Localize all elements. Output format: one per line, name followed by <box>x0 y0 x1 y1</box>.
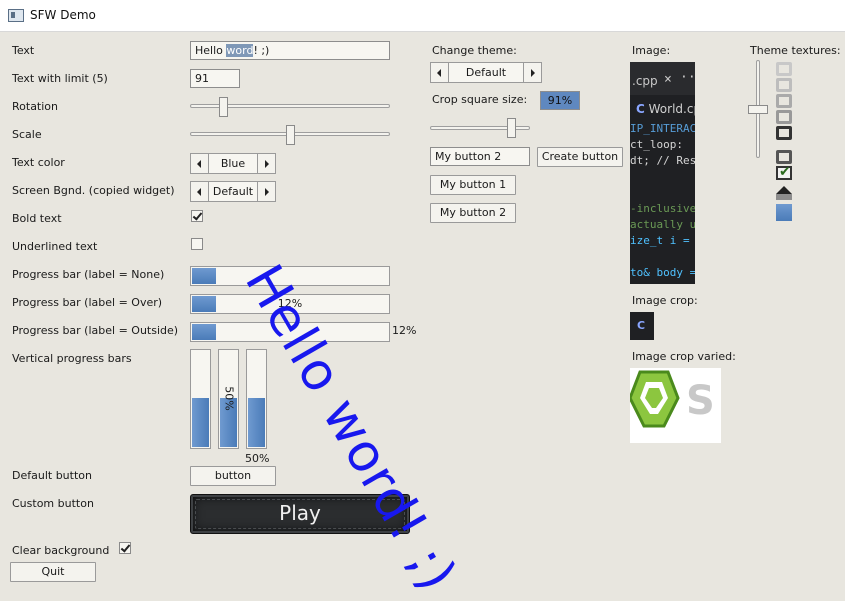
vertical-progress-bar-none-fill <box>192 398 209 447</box>
label-image-crop-varied: Image crop varied: <box>632 350 736 363</box>
code-line: ize_t i = 0; i <box>630 234 695 247</box>
theme-selector[interactable]: Default <box>430 62 542 83</box>
code-breadcrumb-file: World.cpp <box>648 102 695 116</box>
vertical-progress-bar-outside <box>246 349 267 449</box>
texture-textbox <box>776 62 792 76</box>
arrow-up-icon <box>776 186 792 194</box>
progress-bar-outside-fill <box>192 324 216 340</box>
code-breadcrumb: C World.cpp <box>636 102 695 116</box>
image-crop-varied: S <box>630 368 721 443</box>
scale-slider-thumb[interactable] <box>285 125 295 145</box>
label-pb-outside: Progress bar (label = Outside) <box>12 324 179 337</box>
text-color-next-button[interactable] <box>257 153 276 174</box>
image-crop: C <box>630 312 654 340</box>
sfml-logo-icon: S <box>630 370 715 428</box>
vertical-progress-bar-over: 50% <box>218 349 239 449</box>
default-button[interactable]: button <box>190 466 276 486</box>
code-line: IP_INTERACTION <box>630 122 695 135</box>
cpp-file-icon: C <box>637 319 646 332</box>
label-change-theme: Change theme: <box>432 44 517 57</box>
label-screen-bgnd: Screen Bgnd. (copied widget) <box>12 184 175 197</box>
screen-bgnd-prev-button[interactable] <box>190 181 209 202</box>
texture-progress <box>776 204 792 221</box>
vertical-progress-bar-outside-label: 50% <box>245 452 270 465</box>
label-crop-square-size: Crop square size: <box>432 93 528 106</box>
my-button-1[interactable]: My button 1 <box>430 175 516 195</box>
screen-bgnd-next-button[interactable] <box>257 181 276 202</box>
texture-focus <box>776 126 792 140</box>
label-pb-none: Progress bar (label = None) <box>12 268 165 281</box>
title-bar: SFW Demo <box>0 0 845 32</box>
label-image: Image: <box>632 44 671 57</box>
label-text: Text <box>12 44 35 57</box>
label-vertical-pb: Vertical progress bars <box>12 352 132 365</box>
label-text-color: Text color <box>12 156 65 169</box>
crop-slider-thumb[interactable] <box>507 118 517 138</box>
vertical-progress-bar-over-label: 50% <box>222 386 236 411</box>
underlined-text-checkbox[interactable] <box>191 238 203 250</box>
label-underlined-text: Underlined text <box>12 240 98 253</box>
text-input-before: Hello <box>195 44 227 57</box>
app-icon <box>8 9 24 22</box>
code-line: ct_loop: <box>630 138 683 151</box>
texture-button <box>776 78 792 92</box>
label-rotation: Rotation <box>12 100 59 113</box>
label-default-button: Default button <box>12 469 92 482</box>
text-color-prev-button[interactable] <box>190 153 209 174</box>
check-icon: ✔ <box>779 164 791 180</box>
label-custom-button: Custom button <box>12 497 94 510</box>
more-icon: ··· <box>680 70 695 85</box>
label-theme-textures: Theme textures: <box>750 44 841 57</box>
vertical-progress-bar-outside-fill <box>248 398 265 447</box>
label-pb-over: Progress bar (label = Over) <box>12 296 163 309</box>
screen-bgnd-selector[interactable]: Default <box>190 181 276 202</box>
rotation-slider-thumb[interactable] <box>218 97 228 117</box>
label-image-crop: Image crop: <box>632 294 698 307</box>
vertical-progress-bar-none <box>190 349 211 449</box>
theme-prev-button[interactable] <box>430 62 449 83</box>
label-scale: Scale <box>12 128 42 141</box>
texture-arrow <box>776 184 792 194</box>
my-button-2[interactable]: My button 2 <box>430 203 516 223</box>
bold-text-checkbox[interactable] <box>191 210 203 222</box>
code-line: to& body = bod <box>630 266 695 279</box>
text-input-after: ! ;) <box>253 44 270 57</box>
text-input[interactable]: Hello word! ;) <box>190 41 390 60</box>
code-line: actually upda <box>630 218 695 231</box>
label-text-limit: Text with limit (5) <box>12 72 108 85</box>
create-button[interactable]: Create button <box>537 147 623 167</box>
progress-bar-outside-label: 12% <box>392 324 417 337</box>
close-icon: × <box>664 72 672 87</box>
code-tab-strip: .cpp × ··· <box>630 62 695 95</box>
cpp-file-icon: C <box>636 102 645 116</box>
theme-value: Default <box>449 62 523 83</box>
button-name-input[interactable]: My button 2 <box>430 147 530 166</box>
texture-track <box>776 194 792 200</box>
theme-next-button[interactable] <box>523 62 542 83</box>
text-color-selector[interactable]: Blue <box>190 153 276 174</box>
text-limit-input[interactable]: 91 <box>190 69 240 88</box>
text-color-value: Blue <box>209 153 257 174</box>
quit-button[interactable]: Quit <box>10 562 96 582</box>
code-screenshot-image: .cpp × ··· C World.cpp IP_INTERACTION ct_… <box>630 62 695 284</box>
crop-size-value[interactable]: 91% <box>540 91 580 110</box>
play-button-label: Play <box>279 501 321 525</box>
texture-frame <box>776 150 792 164</box>
code-tab-name: .cpp <box>632 74 658 88</box>
code-line: dt; // Restore <box>630 154 695 167</box>
label-bold-text: Bold text <box>12 212 62 225</box>
text-input-selection: word <box>226 44 254 57</box>
window-title: SFW Demo <box>30 8 96 22</box>
screen-bgnd-value: Default <box>209 181 257 202</box>
texture-button-pressed <box>776 110 792 124</box>
vertical-slider-thumb[interactable] <box>748 104 768 114</box>
texture-checkbox: ✔ <box>776 164 792 180</box>
svg-text:S: S <box>686 378 715 424</box>
code-line: -inclusive pos <box>630 202 695 215</box>
label-clear-background: Clear background <box>12 544 110 557</box>
texture-button-hover <box>776 94 792 108</box>
clear-background-checkbox[interactable] <box>119 542 131 554</box>
progress-bar-none-fill <box>192 268 216 284</box>
